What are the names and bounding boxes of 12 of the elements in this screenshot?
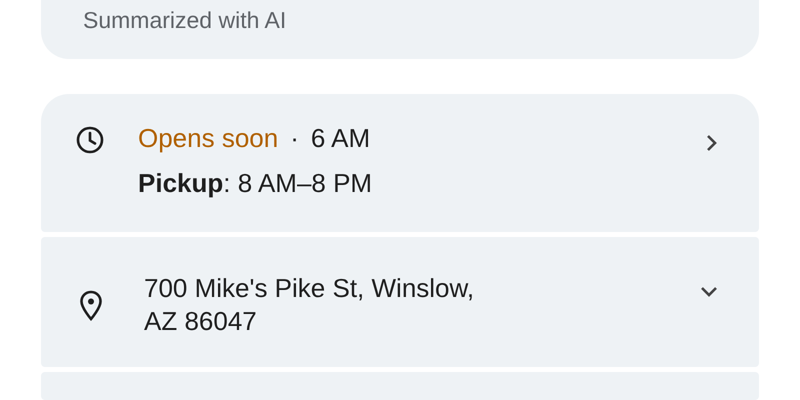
hours-row[interactable]: Opens soon · 6 AM Pickup: 8 AM–8 PM <box>41 94 759 232</box>
address-line: AZ 86047 <box>144 304 258 338</box>
opening-time: 6 AM <box>310 123 370 154</box>
open-status: Opens soon <box>138 123 278 154</box>
address-line: 700 Mike's Pike St, Winslow, <box>144 272 476 305</box>
chevron-right-icon <box>705 133 719 154</box>
clock-icon <box>75 125 105 156</box>
address-row[interactable]: 700 Mike's Pike St, Winslow, AZ 86047 <box>41 236 759 366</box>
pickup-hours: Pickup: 8 AM–8 PM <box>138 168 374 200</box>
summary-note: Summarized with AI <box>83 7 286 33</box>
separator-dot: · <box>290 123 299 154</box>
location-pin-icon <box>79 290 103 322</box>
